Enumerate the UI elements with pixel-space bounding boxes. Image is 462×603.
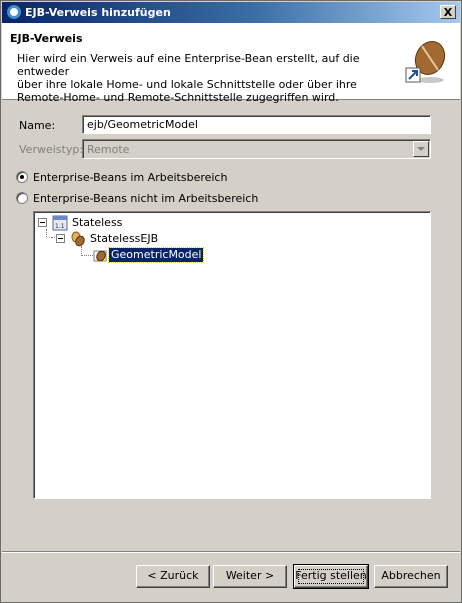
header-banner: EJB-Verweis Hier wird ein Verweis auf ei…	[2, 23, 460, 104]
tree-label[interactable]: Stateless	[70, 216, 124, 230]
eclipse-app-icon	[7, 5, 21, 19]
banner-title: EJB-Verweis	[10, 32, 83, 45]
cancel-button[interactable]: Abbrechen	[374, 565, 448, 588]
tree-label[interactable]: GeometricModel	[107, 247, 205, 263]
chevron-down-icon[interactable]	[413, 141, 429, 157]
ejb-jar-icon: 1.1	[52, 215, 68, 231]
banner-description-line: Remote-Home- und Remote-Schnittstelle zu…	[17, 91, 339, 104]
reference-type-value: Remote	[87, 143, 130, 156]
dialog-window: EJB-Verweis hinzufügen X EJB-Verweis Hie…	[0, 0, 462, 603]
name-input[interactable]: ejb/GeometricModel	[82, 115, 431, 134]
banner-description-line: über ihre lokale Home- und lokale Schnit…	[17, 78, 357, 91]
title-bar[interactable]: EJB-Verweis hinzufügen X	[2, 2, 460, 23]
radio-button[interactable]	[16, 192, 28, 204]
collapse-icon[interactable]	[56, 234, 65, 243]
focus-indicator	[298, 569, 364, 584]
session-bean-icon	[93, 250, 107, 262]
session-bean-folder-icon	[71, 231, 85, 247]
window-title: EJB-Verweis hinzufügen	[25, 6, 171, 19]
name-label: Name:	[19, 119, 56, 132]
tree-label[interactable]: StatelessEJB	[88, 232, 160, 246]
svg-text:1.1: 1.1	[55, 223, 65, 230]
next-button[interactable]: Weiter >	[213, 565, 287, 588]
button-separator	[2, 551, 460, 553]
tree-connector	[46, 229, 48, 237]
close-button[interactable]: X	[440, 5, 456, 19]
finish-button[interactable]: Fertig stellen	[293, 564, 369, 589]
reference-type-select[interactable]: Remote	[82, 139, 431, 159]
collapse-icon[interactable]	[38, 218, 47, 227]
ejb-tree[interactable]: 1.1 Stateless StatelessEJB GeometricMode…	[33, 211, 431, 499]
back-button[interactable]: < Zurück	[136, 565, 210, 588]
ejb-bean-icon	[405, 40, 446, 83]
radio-button[interactable]	[16, 171, 28, 183]
reference-type-label: Verweistyp:	[19, 143, 84, 156]
radio-not-in-workspace-label: Enterprise-Beans nicht im Arbeitsbereich	[33, 192, 259, 205]
radio-in-workspace-label: Enterprise-Beans im Arbeitsbereich	[33, 171, 228, 184]
banner-description: Hier wird ein Verweis auf eine Enterpris…	[17, 52, 392, 104]
banner-description-line: Hier wird ein Verweis auf eine Enterpris…	[17, 52, 360, 78]
